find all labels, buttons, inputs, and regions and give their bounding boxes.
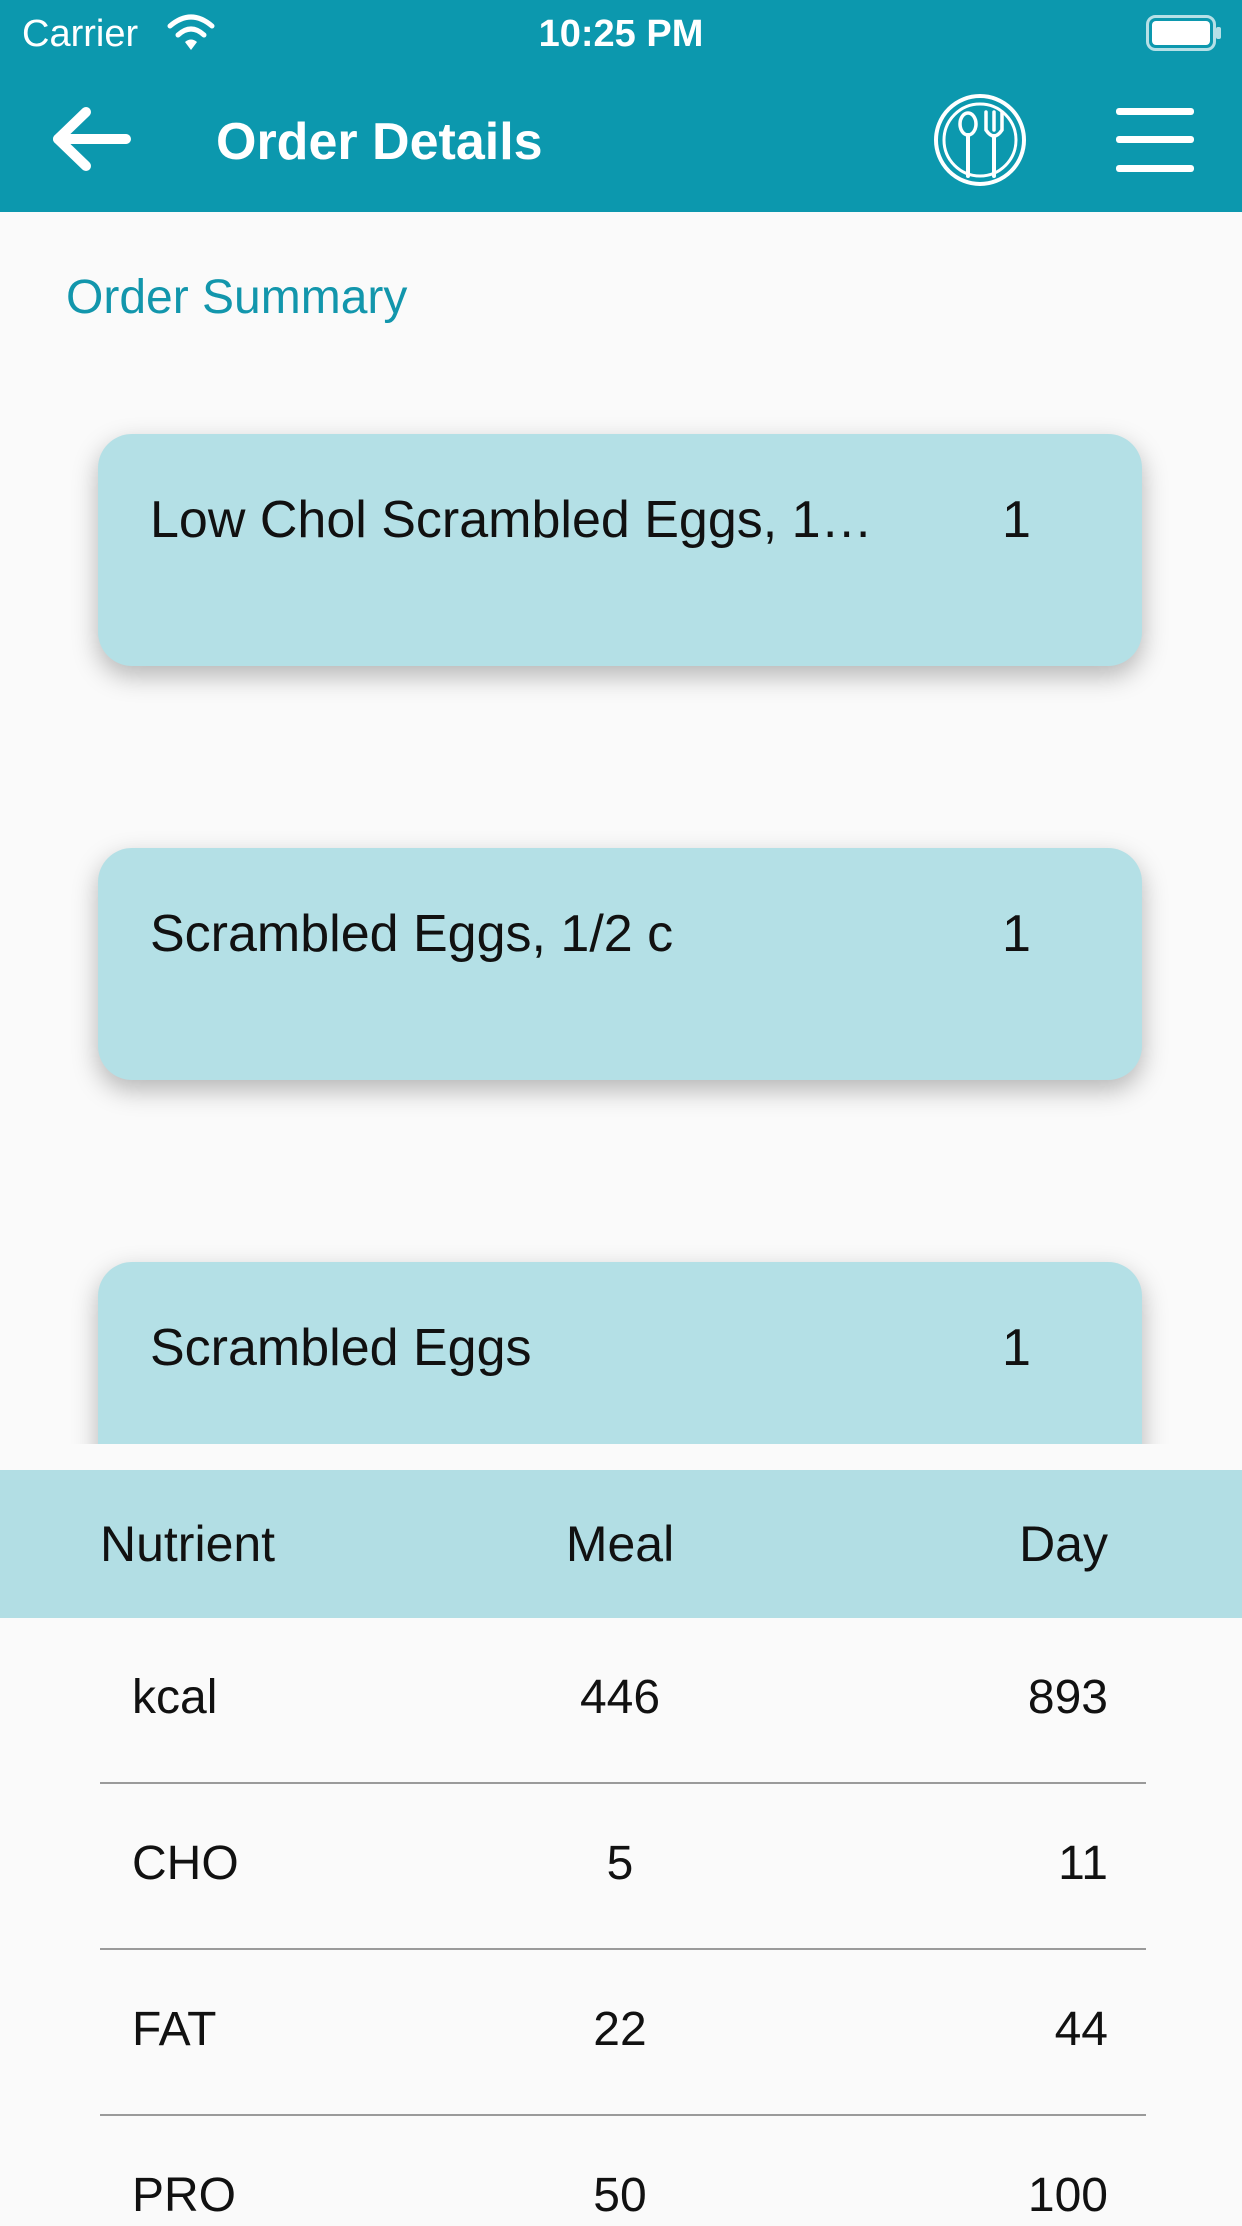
nutrient-meal-value: 446 [579, 1671, 661, 1724]
nutrient-meal-value: 22 [593, 2003, 647, 2056]
table-row: kcal 446 893 [100, 1618, 1146, 1784]
navigation-bar: Order Details [0, 66, 1242, 212]
spoon-fork-plate-icon [934, 94, 1026, 186]
nutrient-name: FAT [132, 2003, 217, 2056]
nutrient-table-header: Nutrient Meal Day [0, 1470, 1242, 1618]
order-item[interactable]: Scrambled Eggs 1 [98, 1262, 1142, 1444]
order-item-name: Low Chol Scrambled Eggs, 1… [150, 491, 873, 549]
nutrient-name: kcal [132, 1671, 218, 1724]
nutrient-day-value: 893 [1027, 1671, 1108, 1724]
column-header-day: Day [1019, 1516, 1108, 1572]
order-item[interactable]: Scrambled Eggs, 1/2 c 1 [98, 848, 1142, 1080]
arrow-left-icon [53, 107, 131, 171]
status-time: 10:25 PM [538, 13, 704, 55]
nutrient-day-value: 44 [1054, 2003, 1108, 2056]
nutrient-meal-value: 50 [593, 2169, 647, 2222]
nutrient-meal-value: 5 [606, 1837, 634, 1890]
back-button[interactable] [52, 104, 136, 174]
order-item[interactable]: Low Chol Scrambled Eggs, 1… 1 [98, 434, 1142, 666]
table-row: FAT 22 44 [100, 1950, 1146, 2116]
page-title: Order Details [216, 113, 543, 171]
menu-button[interactable] [1114, 104, 1196, 176]
nutrient-name: PRO [132, 2169, 237, 2222]
order-items-list[interactable]: Low Chol Scrambled Eggs, 1… 1 Scrambled … [0, 212, 1242, 1444]
order-item-quantity: 1 [1002, 491, 1031, 549]
column-header-nutrient: Nutrient [100, 1516, 276, 1572]
hamburger-menu-icon [1116, 108, 1194, 172]
column-header-meal: Meal [565, 1516, 675, 1572]
nutrient-name: CHO [132, 1837, 239, 1890]
battery-icon [1146, 15, 1222, 51]
order-item-quantity: 1 [1002, 1319, 1031, 1377]
nutrient-day-value: 100 [1027, 2169, 1108, 2222]
order-item-quantity: 1 [1002, 905, 1031, 963]
order-item-name: Scrambled Eggs, 1/2 c [150, 905, 674, 963]
status-bar: Carrier 10:25 PM [0, 0, 1242, 66]
table-row: PRO 50 100 [100, 2116, 1146, 2222]
nutrient-day-value: 11 [1058, 1837, 1108, 1890]
dining-button[interactable] [932, 92, 1028, 188]
order-item-name: Scrambled Eggs [150, 1319, 532, 1377]
table-row: CHO 5 11 [100, 1784, 1146, 1950]
